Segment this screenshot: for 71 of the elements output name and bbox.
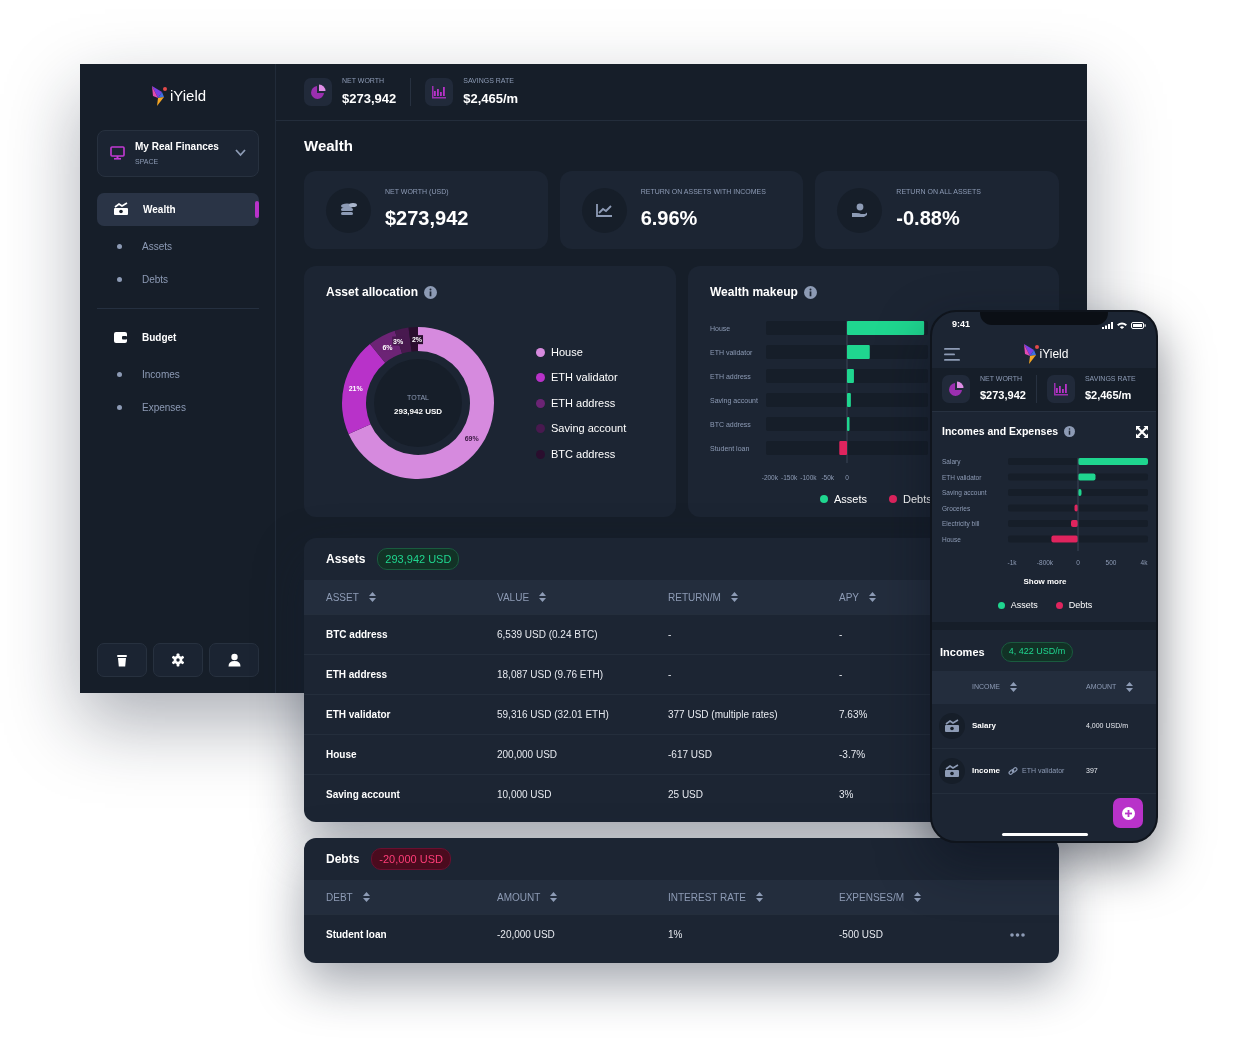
app-name: iYield bbox=[169, 85, 207, 106]
table-cell-text: -20,000 USD bbox=[497, 928, 556, 942]
stat-value: $273,942 bbox=[342, 89, 397, 108]
column-header[interactable]: ASSET bbox=[326, 589, 359, 605]
table-cell-text: -3.7% bbox=[839, 748, 867, 762]
show-more-button[interactable]: Show more bbox=[1017, 574, 1073, 589]
legend-label: Saving account bbox=[551, 421, 627, 437]
legend-label: Debts bbox=[1068, 598, 1093, 612]
total-value: 293,942 USD bbox=[394, 407, 442, 416]
table-cell-text: 59,316 USD (32.01 ETH) bbox=[497, 708, 610, 722]
table-cell-text: ETH address bbox=[326, 668, 389, 682]
table-cell-text: 1% bbox=[668, 928, 684, 942]
table-cell-text: Student loan bbox=[326, 928, 388, 942]
column-header[interactable]: RETURN/M bbox=[668, 589, 721, 605]
table-cell-text: -500 USD bbox=[839, 928, 884, 942]
total-badge: 4, 422 USD/m bbox=[1000, 642, 1074, 662]
kpi-value: $273,942 bbox=[385, 206, 469, 232]
card-title: Debts bbox=[326, 851, 360, 868]
legend-label: ETH validator bbox=[551, 370, 618, 386]
kpi-value: 6.96% bbox=[640, 206, 699, 232]
table-cell-text: 18,087 USD (9.76 ETH) bbox=[497, 668, 605, 682]
kpi-value: -0.88% bbox=[896, 206, 961, 232]
card-title: Asset allocation bbox=[326, 284, 419, 301]
table-cell-text: 25 USD bbox=[668, 788, 704, 802]
stat-value: $2,465/m bbox=[1084, 387, 1133, 403]
table-cell-text: ETH validator bbox=[326, 708, 392, 722]
income-name: Income bbox=[972, 764, 1000, 777]
stat-value: $2,465/m bbox=[463, 89, 519, 108]
column-header[interactable]: VALUE bbox=[497, 589, 530, 605]
column-header[interactable]: APY bbox=[839, 589, 859, 605]
app-name: iYield bbox=[1039, 346, 1069, 363]
table-cell-text: 200,000 USD bbox=[497, 748, 559, 762]
legend-label: ETH address bbox=[551, 395, 616, 411]
table-cell-text: BTC address bbox=[326, 628, 389, 642]
total-badge: -20,000 USD bbox=[371, 847, 451, 871]
card-title: Incomes and Expenses bbox=[942, 424, 1059, 439]
column-header[interactable]: EXPENSES/M bbox=[839, 889, 905, 905]
nav-item[interactable]: Debts bbox=[97, 262, 259, 296]
column-header[interactable]: AMOUNT bbox=[497, 889, 541, 905]
column-header[interactable]: DEBT bbox=[326, 889, 353, 905]
legend-label: Assets bbox=[1010, 598, 1038, 612]
card-title: Assets bbox=[326, 551, 366, 568]
nav-item[interactable]: Assets bbox=[97, 229, 259, 263]
nav-item[interactable]: Expenses bbox=[97, 390, 259, 424]
table-cell-text: - bbox=[668, 668, 673, 682]
table-cell-text: House bbox=[326, 748, 358, 762]
income-name: Salary bbox=[972, 719, 997, 732]
table-cell-text: 10,000 USD bbox=[497, 788, 553, 802]
table-cell-text: 7.63% bbox=[839, 708, 869, 722]
page-title: Wealth bbox=[304, 137, 354, 155]
table-cell-text: Saving account bbox=[326, 788, 401, 802]
table-cell-text: -617 USD bbox=[668, 748, 713, 762]
stat-value: $273,942 bbox=[980, 387, 1026, 403]
column-header[interactable]: INTEREST RATE bbox=[668, 889, 746, 905]
table-cell-text: 3% bbox=[839, 788, 855, 802]
total-badge: 293,942 USD bbox=[377, 547, 460, 571]
nav-item[interactable]: Wealth bbox=[97, 192, 259, 226]
table-cell-text: 377 USD (multiple rates) bbox=[668, 708, 779, 722]
space-name: My Real Finances bbox=[135, 140, 220, 154]
card-title: Incomes bbox=[940, 644, 985, 660]
legend-label: House bbox=[551, 344, 583, 360]
nav-item[interactable]: Incomes bbox=[97, 357, 259, 391]
legend-label: BTC address bbox=[551, 446, 616, 462]
card-title: Wealth makeup bbox=[710, 284, 798, 301]
table-cell-text: - bbox=[839, 668, 844, 682]
table-cell-text: - bbox=[839, 628, 844, 642]
nav-item[interactable]: Budget bbox=[97, 320, 259, 354]
table-cell-text: 6,539 USD (0.24 BTC) bbox=[497, 628, 599, 642]
table-cell-text: - bbox=[668, 628, 673, 642]
status-time: 9:41 bbox=[952, 318, 970, 332]
legend-label: Assets bbox=[834, 492, 867, 507]
